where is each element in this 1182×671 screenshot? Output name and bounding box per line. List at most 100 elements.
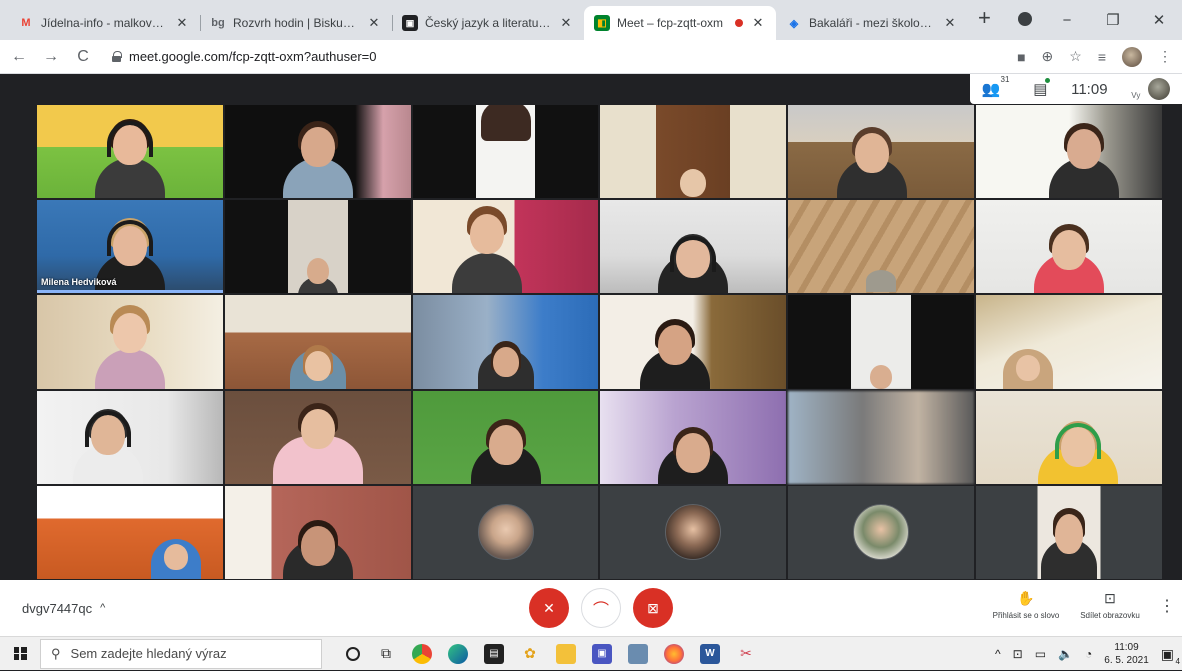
participant-tile[interactable]: [787, 104, 976, 200]
participant-tile[interactable]: [975, 104, 1163, 200]
camera-off-icon: ⊠: [647, 599, 659, 616]
participant-tile-avatar[interactable]: [411, 484, 600, 580]
end-call-button[interactable]: ⌒: [581, 588, 621, 628]
camera-icon[interactable]: ■: [1017, 49, 1025, 65]
edge-icon[interactable]: [448, 643, 468, 664]
participant-tile[interactable]: [223, 104, 412, 200]
tab-meet[interactable]: ◧ Meet – fcp-zqtt-oxm ✕: [584, 6, 776, 40]
mic-off-button[interactable]: ✕: [529, 588, 569, 628]
raise-hand-button[interactable]: ✋ Přihlásit se o slovo: [984, 590, 1068, 620]
you-label: Vy: [1131, 91, 1141, 100]
battery-icon[interactable]: ▭: [1035, 647, 1046, 661]
snip-sketch-icon[interactable]: ✂: [736, 644, 756, 664]
cortana-icon[interactable]: [346, 646, 360, 661]
participant-tile-avatar[interactable]: [787, 484, 976, 580]
teams-icon[interactable]: ▣: [592, 643, 612, 664]
chat-icon[interactable]: ▤: [1033, 78, 1051, 98]
store-icon[interactable]: ▤: [484, 643, 504, 664]
profile-avatar[interactable]: [1122, 46, 1142, 67]
taskbar-clock[interactable]: 11:09 6. 5. 2021: [1104, 641, 1148, 667]
app-icon[interactable]: [628, 643, 648, 664]
notifications-icon[interactable]: ▣ 4: [1161, 646, 1180, 666]
clock-time: 11:09: [1114, 642, 1139, 653]
tab-rozvrh[interactable]: bg Rozvrh hodin | Biskupské gym ✕: [200, 6, 392, 40]
tab-title: Český jazyk a literatura - G4: [425, 16, 551, 30]
browser-tabstrip: M Jídelna-info - malkova@bgv. ✕ bg Rozvr…: [0, 0, 1182, 40]
lock-icon[interactable]: [112, 51, 122, 62]
gmail-icon: M: [21, 17, 31, 29]
volume-icon[interactable]: 🔈: [1058, 647, 1073, 661]
participant-tile-avatar[interactable]: [599, 484, 788, 580]
reload-button[interactable]: C: [74, 48, 92, 66]
new-tab-button[interactable]: +: [968, 5, 1003, 35]
self-avatar[interactable]: [1148, 78, 1171, 100]
participant-tile-pinned[interactable]: Milena Hedviková: [36, 199, 224, 295]
word-icon[interactable]: W: [700, 643, 720, 664]
meeting-details[interactable]: dvgv7447qc ^: [22, 601, 105, 616]
participant-tile[interactable]: [599, 199, 788, 295]
tab-close-icon[interactable]: ✕: [750, 15, 766, 31]
participant-tile[interactable]: [787, 294, 976, 390]
forward-button[interactable]: →: [42, 48, 60, 66]
start-button[interactable]: [0, 647, 40, 660]
participant-tile[interactable]: [411, 199, 600, 295]
participant-tile[interactable]: [36, 484, 224, 580]
network-icon[interactable]: ⊡: [1013, 647, 1023, 661]
reading-list-icon[interactable]: ≡: [1098, 49, 1106, 65]
tab-close-icon[interactable]: ✕: [174, 15, 190, 31]
tab-jidelna[interactable]: M Jídelna-info - malkova@bgv. ✕: [8, 6, 200, 40]
tab-cesky-jazyk[interactable]: ▣ Český jazyk a literatura - G4 ✕: [392, 6, 584, 40]
participant-tile[interactable]: [787, 389, 976, 485]
bookmark-star-icon[interactable]: ☆: [1069, 48, 1082, 65]
search-icon: ⚲: [51, 645, 61, 661]
meet-top-bar: 👥31 ▤ 11:09 Vy: [970, 74, 1182, 104]
file-explorer-icon[interactable]: [556, 643, 576, 664]
browser-menu-icon[interactable]: ⋮: [1158, 48, 1172, 65]
camera-off-button[interactable]: ⊠: [633, 588, 673, 628]
chevron-up-icon[interactable]: ^: [995, 647, 1001, 661]
windows-logo-icon: [13, 647, 27, 660]
tab-close-icon[interactable]: ✕: [942, 15, 958, 31]
participant-tile[interactable]: [599, 389, 788, 485]
present-button[interactable]: ⊡ Sdílet obrazovku: [1068, 590, 1152, 620]
participant-tile[interactable]: [36, 104, 224, 200]
tab-bakalari[interactable]: ◈ Bakaláři - mezi školou a rodi ✕: [776, 6, 968, 40]
participant-tile[interactable]: [599, 294, 788, 390]
address-bar[interactable]: meet.google.com/fcp-zqtt-oxm?authuser=0: [106, 49, 936, 64]
phone-hangup-icon: ⌒: [592, 602, 609, 619]
participant-tile[interactable]: [411, 389, 600, 485]
chrome-icon[interactable]: [412, 643, 432, 664]
participant-tile[interactable]: [411, 104, 600, 200]
participant-tile[interactable]: [975, 199, 1163, 295]
chevron-up-icon[interactable]: ^: [100, 602, 105, 614]
task-view-icon[interactable]: ⧉: [376, 644, 396, 664]
taskbar-search[interactable]: ⚲ Sem zadejte hledaný výraz: [40, 638, 322, 669]
close-window-button[interactable]: ✕: [1136, 11, 1182, 29]
participant-tile[interactable]: [36, 294, 224, 390]
participant-tile[interactable]: [411, 294, 600, 390]
photos-icon[interactable]: ✿: [520, 644, 540, 664]
participant-tile[interactable]: [975, 484, 1163, 580]
participant-tile[interactable]: [223, 389, 412, 485]
restore-button[interactable]: ❐: [1090, 11, 1136, 29]
participant-tile[interactable]: [787, 199, 976, 295]
tab-close-icon[interactable]: ✕: [558, 15, 574, 31]
wifi-icon[interactable]: ◔: [1085, 647, 1092, 661]
chrome-profile-icon[interactable]: [1018, 12, 1032, 26]
tab-close-icon[interactable]: ✕: [366, 15, 382, 31]
minimize-button[interactable]: −: [1044, 12, 1090, 29]
url-text[interactable]: meet.google.com/fcp-zqtt-oxm?authuser=0: [129, 49, 377, 64]
participant-tile[interactable]: [975, 294, 1163, 390]
participant-tile[interactable]: [223, 294, 412, 390]
participant-tile[interactable]: [599, 104, 788, 200]
zoom-icon[interactable]: ⊕: [1042, 48, 1054, 65]
participant-tile[interactable]: [223, 484, 412, 580]
participant-tile[interactable]: [36, 389, 224, 485]
people-icon[interactable]: 👥31: [982, 75, 1010, 98]
participant-tile[interactable]: [975, 389, 1163, 485]
participant-tile[interactable]: [223, 199, 412, 295]
tab-title: Jídelna-info - malkova@bgv.: [41, 16, 167, 30]
back-button[interactable]: ←: [10, 48, 28, 66]
firefox-icon[interactable]: [664, 643, 684, 664]
more-options-icon[interactable]: ⋮: [1152, 590, 1182, 616]
